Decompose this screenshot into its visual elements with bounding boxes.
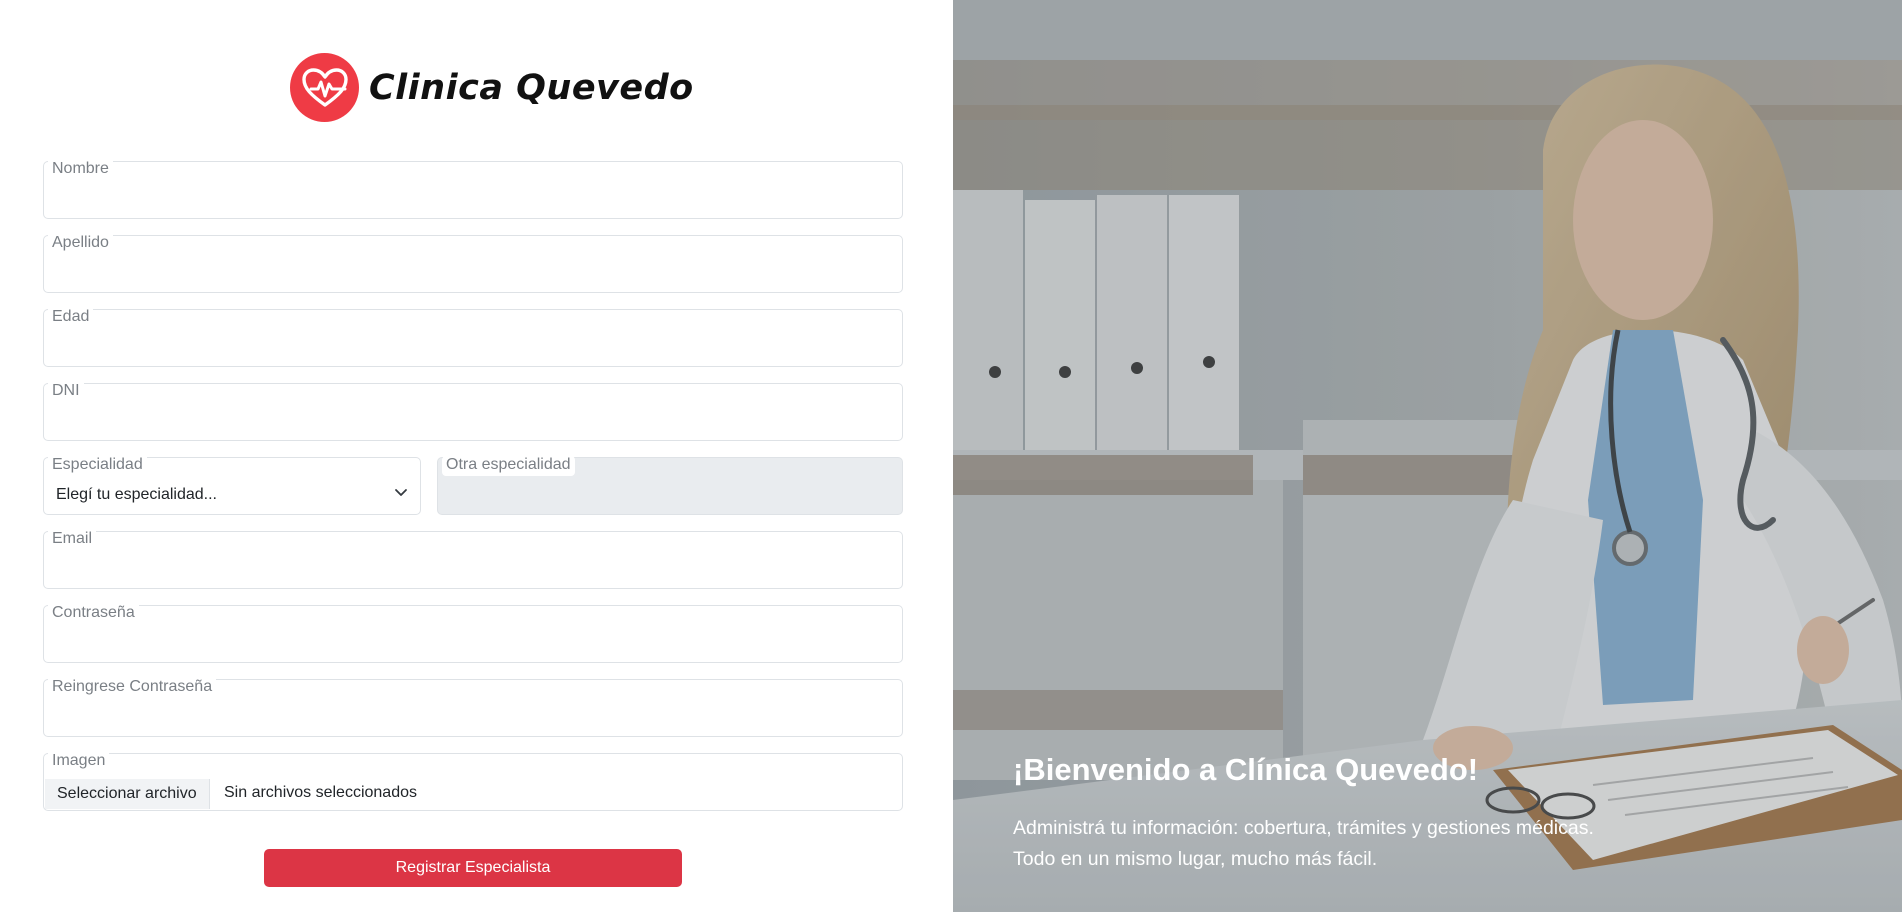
dni-label: DNI xyxy=(48,382,84,402)
brand: Clinica Quevedo xyxy=(290,53,694,122)
registration-panel: Clinica Quevedo Nombre Apellido Edad DNI… xyxy=(0,0,953,912)
reingrese-contrasena-field[interactable]: Reingrese Contraseña xyxy=(43,678,903,737)
especialidad-label: Especialidad xyxy=(48,456,147,476)
register-specialist-button[interactable]: Registrar Especialista xyxy=(264,849,682,887)
nombre-input[interactable] xyxy=(44,188,902,218)
email-field[interactable]: Email xyxy=(43,530,903,589)
chevron-down-icon xyxy=(395,489,407,496)
especialidad-selected-value: Elegí tu especialidad... xyxy=(56,486,217,503)
hero-title: ¡Bienvenido a Clínica Quevedo! xyxy=(1013,752,1479,787)
nombre-field[interactable]: Nombre xyxy=(43,160,903,219)
contrasena-input[interactable] xyxy=(44,632,902,662)
especialidad-select[interactable]: Especialidad Elegí tu especialidad... xyxy=(43,456,421,515)
hero-panel: ¡Bienvenido a Clínica Quevedo! Administr… xyxy=(953,0,1902,912)
dni-field[interactable]: DNI xyxy=(43,382,903,441)
page: Clinica Quevedo Nombre Apellido Edad DNI… xyxy=(0,0,1902,912)
contrasena-label: Contraseña xyxy=(48,604,139,624)
dni-input[interactable] xyxy=(44,410,902,440)
apellido-field[interactable]: Apellido xyxy=(43,234,903,293)
file-status: Sin archivos seleccionados xyxy=(224,784,417,801)
imagen-field[interactable]: Imagen Seleccionar archivo Sin archivos … xyxy=(43,752,903,811)
select-file-button[interactable]: Seleccionar archivo xyxy=(45,779,210,809)
imagen-label: Imagen xyxy=(48,752,110,772)
hero-subtitle: Administrá tu información: cobertura, tr… xyxy=(1013,813,1594,875)
hero-subtitle-line-2: Todo en un mismo lugar, mucho más fácil. xyxy=(1013,848,1378,870)
contrasena-field[interactable]: Contraseña xyxy=(43,604,903,663)
otra-especialidad-input[interactable] xyxy=(438,484,902,514)
heart-pulse-icon xyxy=(290,53,359,122)
edad-label: Edad xyxy=(48,308,94,328)
apellido-label: Apellido xyxy=(48,234,113,254)
nombre-label: Nombre xyxy=(48,160,113,180)
hero-subtitle-line-1: Administrá tu información: cobertura, tr… xyxy=(1013,817,1594,839)
otra-especialidad-label: Otra especialidad xyxy=(442,456,575,476)
reingrese-contrasena-input[interactable] xyxy=(44,706,902,736)
email-label: Email xyxy=(48,530,97,550)
brand-name: Clinica Quevedo xyxy=(369,67,694,108)
edad-input[interactable] xyxy=(44,336,902,366)
otra-especialidad-field[interactable]: Otra especialidad xyxy=(437,456,903,515)
email-input[interactable] xyxy=(44,558,902,588)
reingrese-contrasena-label: Reingrese Contraseña xyxy=(48,678,217,698)
edad-field[interactable]: Edad xyxy=(43,308,903,367)
apellido-input[interactable] xyxy=(44,262,902,292)
